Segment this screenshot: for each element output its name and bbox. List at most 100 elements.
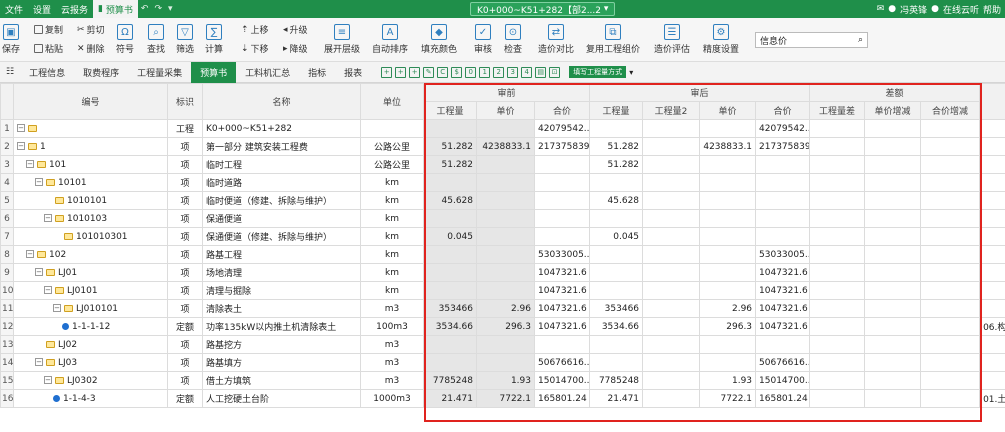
cell-after-qty2[interactable] <box>642 119 701 138</box>
cell-price-inc[interactable] <box>864 119 922 138</box>
table-row[interactable]: 15−LJ0302项借土方填筑m377852481.9315014700....… <box>0 371 1005 390</box>
table-row[interactable]: 11− LJ010101 项清除表土 m3 353466 2.96 1047321.6 353… <box>0 299 1005 318</box>
tab-quantity-collection[interactable]: 工程量采集 <box>128 62 191 83</box>
lock-icon[interactable]: ▤ <box>535 66 547 78</box>
paste-button[interactable]: 粘贴 <box>34 42 63 55</box>
symbol-button[interactable]: Ω 符号 <box>116 24 134 55</box>
table-row[interactable]: 1− 工程 K0+000~K51+282 42079542... 42079542... <box>0 119 1005 138</box>
cell-name[interactable]: 借土方填筑 <box>202 371 361 390</box>
cell-name[interactable]: 保通便道 <box>202 209 361 228</box>
col-header-after-qty2[interactable]: 工程量2 <box>642 101 701 120</box>
cell-total-inc[interactable] <box>920 173 981 192</box>
cell-extra[interactable]: 01.土力 <box>979 389 1005 408</box>
save-button[interactable]: ▣ 保存 <box>2 24 20 55</box>
tab-fee-procedure[interactable]: 取费程序 <box>74 62 128 83</box>
cell-after-qty2[interactable] <box>642 263 701 282</box>
cell-extra[interactable] <box>979 353 1005 372</box>
cell-qty-diff[interactable] <box>809 173 866 192</box>
table-row[interactable]: 2−1 项第一部分 建筑安装工程费 公路公里 51.282 4238833.1 21737… <box>0 137 1005 156</box>
cell-qty-diff[interactable] <box>809 335 866 354</box>
cell-code[interactable]: 1-1-4-3 <box>13 389 168 408</box>
collapse-toggle-icon[interactable]: − <box>44 214 52 222</box>
cell-price-inc[interactable] <box>864 155 922 174</box>
cell-before-total[interactable] <box>533 191 591 210</box>
cell-before-qty[interactable]: 353466 <box>423 299 477 318</box>
cell-name[interactable]: 临时工程 <box>202 155 361 174</box>
price-icon[interactable]: $ <box>451 66 463 78</box>
col-header-after-qty[interactable]: 工程量 <box>589 101 644 120</box>
cell-after-qty[interactable]: 0.045 <box>589 227 644 246</box>
cell-tag[interactable]: 定额 <box>167 317 203 336</box>
cell-before-price[interactable] <box>476 281 535 300</box>
cell-after-qty2[interactable] <box>642 209 701 228</box>
cell-before-price[interactable] <box>476 191 535 210</box>
collapse-toggle-icon[interactable]: − <box>44 376 52 384</box>
cell-after-qty[interactable] <box>589 335 644 354</box>
row-number[interactable]: 11 <box>0 299 14 318</box>
list-icon[interactable]: ☷ <box>0 62 20 83</box>
quick-access-dropdown-icon[interactable]: ▾ <box>165 4 176 14</box>
cell-code[interactable]: LJ02 <box>13 335 168 354</box>
cell-before-price[interactable] <box>476 245 535 264</box>
delete-button[interactable]: ✕ 删除 <box>77 42 105 56</box>
cell-price-inc[interactable] <box>864 299 922 318</box>
cell-before-price[interactable]: 2.96 <box>476 299 535 318</box>
downgrade-button[interactable]: ▸ 降级 <box>283 42 308 56</box>
row-number[interactable]: 6 <box>0 209 14 228</box>
cell-after-total[interactable]: 1047321.6 <box>755 263 811 282</box>
insert-sub-icon[interactable]: + <box>395 66 407 78</box>
cell-after-total[interactable]: 53033005... <box>755 245 811 264</box>
document-title[interactable]: K0+000~K51+282【部2...2 ▾ <box>470 2 616 16</box>
cell-code[interactable]: −10101 <box>13 173 168 192</box>
cell-extra[interactable] <box>979 335 1005 354</box>
cell-total-inc[interactable] <box>920 335 981 354</box>
cell-after-qty2[interactable] <box>642 191 701 210</box>
cell-after-qty[interactable] <box>589 119 644 138</box>
cell-qty-diff[interactable] <box>809 155 866 174</box>
table-row[interactable]: 3−101 项临时工程 公路公里 51.282 51.282 <box>0 155 1005 174</box>
cell-total-inc[interactable] <box>920 119 981 138</box>
cell-before-qty[interactable] <box>423 335 477 354</box>
cell-after-price[interactable]: 1.93 <box>699 371 757 390</box>
reuse-pricing-button[interactable]: ⧉ 复用工程组价 <box>586 24 640 55</box>
table-row[interactable]: 14−LJ03项路基填方m3 50676616.... 50676616.... <box>0 353 1005 372</box>
cell-after-price[interactable] <box>699 245 757 264</box>
cell-unit[interactable]: km <box>360 281 424 300</box>
cell-unit[interactable] <box>360 119 424 138</box>
tab-material-summary[interactable]: 工料机汇总 <box>236 62 299 83</box>
cell-after-qty2[interactable] <box>642 155 701 174</box>
cell-extra[interactable] <box>979 299 1005 318</box>
cell-unit[interactable]: 公路公里 <box>360 137 424 156</box>
cell-before-price[interactable] <box>476 335 535 354</box>
cell-after-qty2[interactable] <box>642 353 701 372</box>
cell-after-price[interactable]: 2.96 <box>699 299 757 318</box>
cell-code[interactable]: − <box>13 119 168 138</box>
col-header-total-inc[interactable]: 合价增减 <box>920 101 981 120</box>
cell-extra[interactable] <box>979 281 1005 300</box>
cell-after-price[interactable]: 296.3 <box>699 317 757 336</box>
collapse-toggle-icon[interactable]: − <box>35 358 43 366</box>
cell-price-inc[interactable] <box>864 227 922 246</box>
table-row[interactable]: 16 1-1-4-3 定额 人工挖硬土台阶 1000m3 21.471 7722.1 1658… <box>0 389 1005 408</box>
cell-name[interactable]: 路基工程 <box>202 245 361 264</box>
cell-qty-diff[interactable] <box>809 299 866 318</box>
cell-before-total[interactable]: 1047321.6 <box>533 317 591 336</box>
table-row[interactable]: 12 1-1-1-12 定额 功率135kW以内推土机清除表土 100m3 3534.66… <box>0 317 1005 336</box>
cell-after-price[interactable] <box>699 119 757 138</box>
cell-unit[interactable]: 100m3 <box>360 317 424 336</box>
cell-after-total[interactable]: 217375839 <box>755 137 811 156</box>
cell-before-total[interactable]: 42079542... <box>533 119 591 138</box>
cell-tag[interactable]: 项 <box>167 371 203 390</box>
cell-name[interactable]: 临时便道（修建、拆除与维护） <box>202 191 361 210</box>
cell-before-price[interactable] <box>476 209 535 228</box>
cell-before-total[interactable]: 50676616.... <box>533 353 591 372</box>
cell-qty-diff[interactable] <box>809 371 866 390</box>
cell-tag[interactable]: 项 <box>167 155 203 174</box>
cell-extra[interactable] <box>979 209 1005 228</box>
cost-compare-button[interactable]: ⇄ 造价对比 <box>538 24 574 55</box>
table-row[interactable]: 13 LJ02 项路基挖方 m3 <box>0 335 1005 354</box>
cell-tag[interactable]: 项 <box>167 245 203 264</box>
cell-price-inc[interactable] <box>864 191 922 210</box>
cell-total-inc[interactable] <box>920 371 981 390</box>
cell-before-qty[interactable]: 51.282 <box>423 155 477 174</box>
